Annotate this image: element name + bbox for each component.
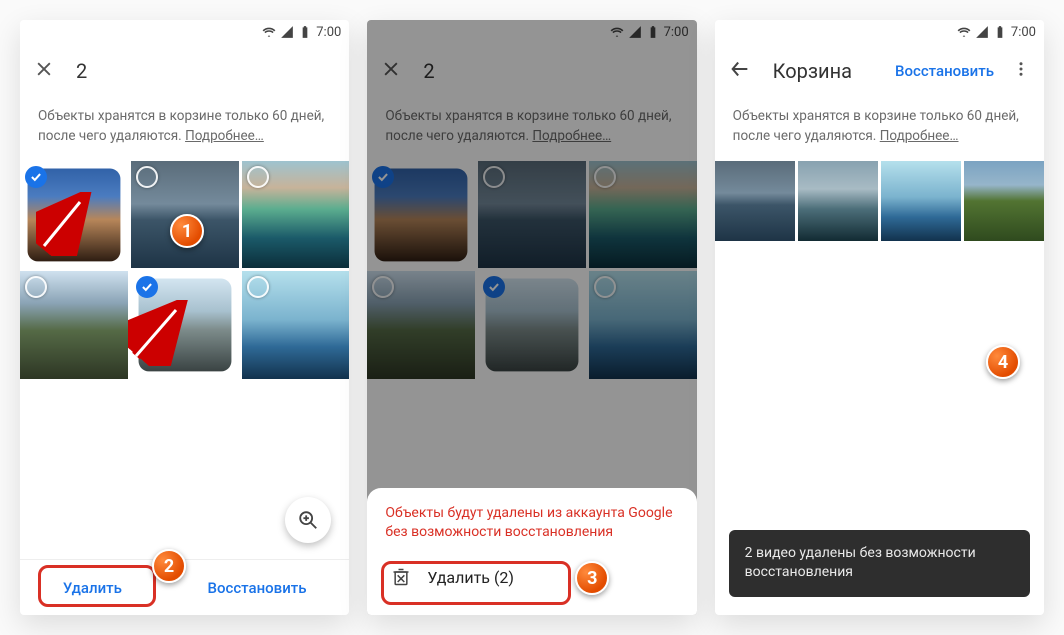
status-time: 7:00	[316, 25, 341, 40]
restore-button[interactable]: Восстановить	[895, 62, 994, 80]
status-bar: 7:00	[367, 20, 696, 44]
warning-text: Объекты будут удалены из аккаунта Google…	[385, 504, 678, 543]
battery-icon	[993, 25, 1007, 39]
restore-button[interactable]: Восстановить	[188, 569, 327, 607]
confirm-delete-button[interactable]: Удалить (2)	[385, 557, 678, 597]
annotation-badge: 4	[986, 345, 1020, 379]
back-icon[interactable]	[729, 58, 751, 84]
checkmark-icon	[136, 166, 158, 188]
wifi-icon	[262, 25, 276, 39]
photo-item[interactable]	[478, 271, 586, 379]
selection-count: 2	[76, 59, 87, 83]
toast-message: 2 видео удалены без возможности восстано…	[729, 530, 1030, 597]
retention-notice: Объекты хранятся в корзине только 60 дне…	[367, 98, 696, 161]
photo-item[interactable]	[589, 271, 697, 379]
photo-item[interactable]	[20, 161, 128, 269]
signal-icon	[975, 25, 989, 39]
top-bar: 2	[367, 44, 696, 98]
top-bar: 2	[20, 44, 349, 98]
screen-confirm-delete: 7:00 2 Объекты хранятся в корзине только…	[367, 20, 696, 615]
confirm-delete-label: Удалить (2)	[427, 568, 514, 587]
page-title: Корзина	[773, 59, 852, 83]
screen-selection: 7:00 2 Объекты хранятся в корзине только…	[20, 20, 349, 615]
close-icon[interactable]	[381, 59, 401, 83]
checkmark-icon	[247, 276, 269, 298]
checkmark-icon	[594, 166, 616, 188]
screen-trash-result: 7:00 Корзина Восстановить Объекты хранят…	[715, 20, 1044, 615]
more-icon[interactable]	[1012, 60, 1030, 82]
learn-more-link[interactable]: Подробнее…	[532, 128, 611, 144]
photo-grid	[20, 161, 349, 380]
wifi-icon	[957, 25, 971, 39]
photo-item[interactable]	[131, 271, 239, 379]
checkmark-icon	[136, 276, 158, 298]
magnifier-plus-icon	[297, 509, 319, 531]
trash-icon	[391, 567, 411, 587]
signal-icon	[280, 25, 294, 39]
photo-item[interactable]	[367, 271, 475, 379]
photo-item[interactable]	[964, 161, 1044, 241]
status-time: 7:00	[1011, 25, 1036, 40]
wifi-icon	[610, 25, 624, 39]
bottom-bar: Удалить Восстановить	[20, 559, 349, 615]
confirmation-sheet: Объекты будут удалены из аккаунта Google…	[367, 488, 696, 615]
checkmark-icon	[372, 276, 394, 298]
status-bar: 7:00	[20, 20, 349, 44]
checkmark-icon	[247, 166, 269, 188]
checkmark-icon	[25, 166, 47, 188]
checkmark-icon	[483, 166, 505, 188]
photo-item[interactable]	[478, 161, 586, 269]
close-icon[interactable]	[34, 59, 54, 83]
photo-grid	[715, 161, 1044, 241]
photo-item[interactable]	[715, 161, 795, 241]
learn-more-link[interactable]: Подробнее…	[880, 128, 959, 144]
photo-item[interactable]	[589, 161, 697, 269]
checkmark-icon	[372, 166, 394, 188]
selection-count: 2	[423, 59, 434, 83]
photo-item[interactable]	[242, 271, 350, 379]
status-time: 7:00	[664, 25, 689, 40]
photo-item[interactable]	[881, 161, 961, 241]
zoom-fab[interactable]	[285, 497, 331, 543]
photo-item[interactable]	[131, 161, 239, 269]
photo-item[interactable]	[20, 271, 128, 379]
retention-notice: Объекты хранятся в корзине только 60 дне…	[20, 98, 349, 161]
battery-icon	[646, 25, 660, 39]
checkmark-icon	[483, 276, 505, 298]
signal-icon	[628, 25, 642, 39]
checkmark-icon	[594, 276, 616, 298]
retention-notice: Объекты хранятся в корзине только 60 дне…	[715, 98, 1044, 161]
photo-item[interactable]	[798, 161, 878, 241]
learn-more-link[interactable]: Подробнее…	[185, 128, 264, 144]
photo-item[interactable]	[367, 161, 475, 269]
top-bar: Корзина Восстановить	[715, 44, 1044, 98]
delete-button[interactable]: Удалить	[43, 569, 142, 607]
photo-grid	[367, 161, 696, 380]
status-bar: 7:00	[715, 20, 1044, 44]
battery-icon	[298, 25, 312, 39]
photo-item[interactable]	[242, 161, 350, 269]
